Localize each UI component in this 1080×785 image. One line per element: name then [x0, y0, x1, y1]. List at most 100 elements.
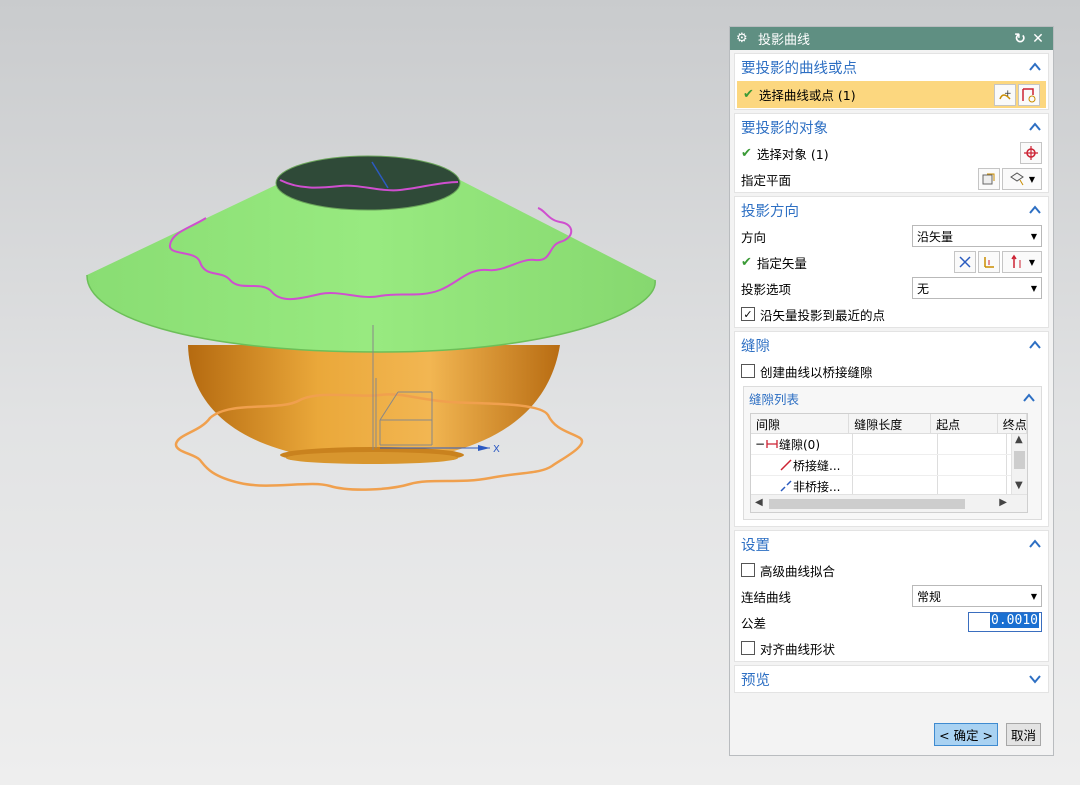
- gaps-group-title: 缝隙: [741, 338, 770, 355]
- direction-select[interactable]: 沿矢量 ▼: [912, 225, 1042, 247]
- select-curve-label: 选择曲线或点 (1): [758, 88, 856, 103]
- chevron-up-icon: [1029, 122, 1041, 131]
- preview-group: 预览: [734, 665, 1049, 693]
- reverse-direction-icon[interactable]: [954, 251, 976, 273]
- projection-option-select[interactable]: 无 ▼: [912, 277, 1042, 299]
- tolerance-input[interactable]: 0.0010: [968, 612, 1042, 632]
- nearest-point-row: ✓ 沿矢量投影到最近的点: [735, 301, 1048, 327]
- gap-list-title: 缝隙列表: [749, 391, 800, 407]
- specify-vector-row: ✔ 指定矢量 ▼: [735, 249, 1048, 275]
- chevron-down-icon: ▼: [1030, 283, 1037, 293]
- gaps-group: 缝隙 创建曲线以桥接缝隙 缝隙列表 间隙 缝隙长度 起点 终点 − 缝隙(0) …: [734, 331, 1049, 527]
- chevron-down-icon: ▼: [1030, 591, 1037, 601]
- vector-type-dropdown[interactable]: ▼: [1002, 251, 1042, 273]
- curves-group: 要投影的曲线或点 ✔ 选择曲线或点 (1) +: [734, 53, 1049, 110]
- settings-group-header[interactable]: 设置: [735, 531, 1048, 557]
- table-row[interactable]: 桥接缝...: [751, 455, 1027, 476]
- collapse-toggle[interactable]: −: [755, 437, 765, 451]
- cancel-button[interactable]: 取消: [1005, 722, 1041, 746]
- settings-group-title: 设置: [741, 537, 770, 554]
- join-curves-value: 常规: [917, 589, 942, 604]
- direction-group: 投影方向 方向 沿矢量 ▼ ✔ 指定矢量 ▼ 投影选项 无 ▼ ✓ 沿矢量投影到…: [734, 196, 1049, 328]
- direction-value: 沿矢量: [917, 229, 954, 244]
- dialog-titlebar[interactable]: ⚙ 投影曲线 ↻ ✕: [730, 27, 1053, 50]
- objects-group: 要投影的对象 ✔ 选择对象 (1) 指定平面 ▼: [734, 113, 1049, 193]
- col-start[interactable]: 起点: [931, 414, 998, 433]
- plane-type-dropdown[interactable]: ▼: [1002, 168, 1042, 190]
- tolerance-row: 公差 0.0010: [735, 609, 1048, 635]
- gap-icon: [766, 440, 778, 448]
- gap-list-group: 缝隙列表 间隙 缝隙长度 起点 终点 − 缝隙(0) 桥接缝... 非桥接...…: [743, 386, 1042, 520]
- project-curve-dialog: ⚙ 投影曲线 ↻ ✕ 要投影的曲线或点 ✔ 选择曲线或点 (1) + 要投影的对…: [729, 26, 1054, 756]
- plane-dialog-icon[interactable]: [978, 168, 1000, 190]
- settings-group: 设置 高级曲线拟合 连结曲线 常规 ▼ 公差 0.0010 对齐曲线形状: [734, 530, 1049, 662]
- col-end[interactable]: 终点: [998, 414, 1027, 433]
- bridge-gaps-row: 创建曲线以桥接缝隙: [735, 358, 1048, 384]
- tolerance-value: 0.0010: [990, 613, 1039, 628]
- specify-plane-row: 指定平面 ▼: [735, 166, 1048, 192]
- nearest-point-label: 沿矢量投影到最近的点: [760, 307, 886, 323]
- non-bridge-icon: [780, 480, 792, 492]
- direction-group-title: 投影方向: [741, 203, 799, 220]
- specify-vector-label: 指定矢量: [756, 255, 807, 271]
- preview-group-header[interactable]: 预览: [735, 666, 1048, 692]
- advanced-fit-row: 高级曲线拟合: [735, 557, 1048, 583]
- reset-icon[interactable]: ↻: [1011, 31, 1029, 47]
- gap-root-label: 缝隙(0): [779, 437, 820, 452]
- curves-group-header[interactable]: 要投影的曲线或点: [735, 54, 1048, 80]
- tolerance-label: 公差: [741, 615, 767, 631]
- bridged-label: 桥接缝...: [793, 458, 841, 473]
- ok-button[interactable]: < 确定 >: [934, 722, 998, 746]
- gap-list-header[interactable]: 缝隙列表: [744, 387, 1041, 409]
- bridge-gaps-checkbox[interactable]: [741, 364, 755, 378]
- scroll-left-icon[interactable]: ◀: [755, 497, 763, 508]
- chevron-down-icon: ▼: [1030, 231, 1037, 241]
- col-gap-length[interactable]: 缝隙长度: [849, 414, 932, 433]
- chevron-up-icon: [1029, 539, 1041, 548]
- scroll-right-icon[interactable]: ▶: [999, 497, 1007, 508]
- add-curve-icon[interactable]: +: [994, 83, 1016, 106]
- gear-icon[interactable]: ⚙: [736, 31, 752, 46]
- col-gap[interactable]: 间隙: [751, 414, 850, 433]
- align-shape-checkbox[interactable]: [741, 641, 755, 655]
- table-horizontal-scrollbar[interactable]: ◀ ▶: [751, 494, 1027, 512]
- model-view: X: [86, 155, 656, 491]
- gaps-group-header[interactable]: 缝隙: [735, 332, 1048, 358]
- scroll-down-icon[interactable]: ▼: [1015, 480, 1023, 491]
- objects-group-title: 要投影的对象: [741, 120, 828, 137]
- scroll-thumb[interactable]: [769, 499, 965, 509]
- direction-group-header[interactable]: 投影方向: [735, 197, 1048, 223]
- direction-label: 方向: [741, 229, 767, 245]
- select-curve-row[interactable]: ✔ 选择曲线或点 (1) +: [737, 81, 1046, 108]
- scroll-up-icon[interactable]: ▲: [1015, 434, 1023, 445]
- objects-group-header[interactable]: 要投影的对象: [735, 114, 1048, 140]
- bridge-gaps-label: 创建曲线以桥接缝隙: [760, 364, 873, 380]
- graphics-viewport[interactable]: X: [0, 0, 725, 785]
- crosshair-icon[interactable]: [1020, 142, 1042, 164]
- close-icon[interactable]: ✕: [1029, 31, 1047, 47]
- projection-option-label: 投影选项: [741, 281, 792, 297]
- scroll-thumb[interactable]: [1014, 451, 1025, 469]
- curves-group-title: 要投影的曲线或点: [741, 60, 857, 77]
- chevron-up-icon: [1029, 62, 1041, 71]
- join-curves-label: 连结曲线: [741, 589, 792, 605]
- projection-option-row: 投影选项 无 ▼: [735, 275, 1048, 301]
- chevron-down-icon: [1029, 675, 1041, 684]
- axis-x-label: X: [493, 444, 500, 455]
- curve-rule-icon[interactable]: [1018, 83, 1040, 106]
- advanced-fit-checkbox[interactable]: [741, 563, 755, 577]
- gap-table-header: 间隙 缝隙长度 起点 终点: [751, 414, 1027, 434]
- preview-group-title: 预览: [741, 672, 770, 689]
- table-row[interactable]: − 缝隙(0): [751, 434, 1027, 455]
- nearest-point-checkbox[interactable]: ✓: [741, 307, 755, 321]
- align-shape-label: 对齐曲线形状: [760, 641, 836, 657]
- align-shape-row: 对齐曲线形状: [735, 635, 1048, 661]
- svg-text:+: +: [1004, 89, 1012, 99]
- select-object-row[interactable]: ✔ 选择对象 (1): [735, 140, 1048, 166]
- join-curves-select[interactable]: 常规 ▼: [912, 585, 1042, 607]
- join-curves-row: 连结曲线 常规 ▼: [735, 583, 1048, 609]
- gap-table: 间隙 缝隙长度 起点 终点 − 缝隙(0) 桥接缝... 非桥接... ▲ ▼ …: [750, 413, 1028, 513]
- table-vertical-scrollbar[interactable]: ▲ ▼: [1011, 434, 1027, 494]
- non-bridged-label: 非桥接...: [793, 479, 841, 494]
- vector-dialog-icon[interactable]: [978, 251, 1000, 273]
